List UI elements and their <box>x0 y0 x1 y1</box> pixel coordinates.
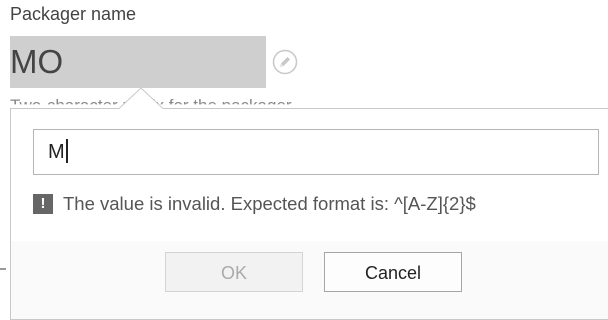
text-caret <box>65 139 68 164</box>
popup-pointer <box>119 87 163 109</box>
error-message: The value is invalid. Expected format is… <box>63 193 476 214</box>
cancel-button[interactable]: Cancel <box>324 252 462 292</box>
field-label: Packager name <box>10 4 137 24</box>
exclamation-icon: ! <box>33 194 53 214</box>
value-input[interactable]: M <box>33 129 599 175</box>
edit-popup: M ! The value is invalid. Expected forma… <box>10 108 608 320</box>
input-text: M <box>48 141 65 163</box>
field-value[interactable]: MO <box>10 36 266 88</box>
pencil-edit-icon[interactable] <box>272 49 298 75</box>
left-edge-marker <box>0 268 6 270</box>
validation-error: ! The value is invalid. Expected format … <box>33 193 476 215</box>
ok-button[interactable]: OK <box>165 252 303 292</box>
